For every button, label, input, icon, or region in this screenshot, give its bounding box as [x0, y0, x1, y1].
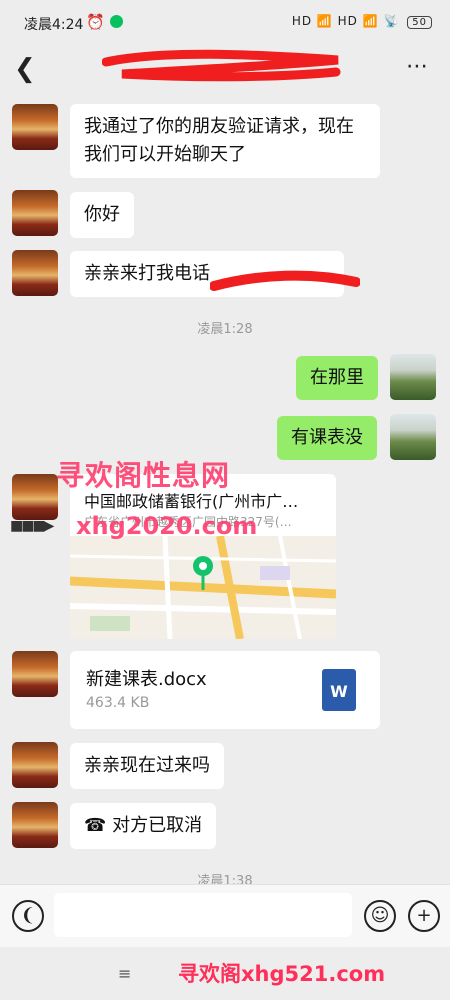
- my-message-bubble: 有课表没: [277, 416, 377, 460]
- word-document-icon: W: [322, 669, 356, 711]
- status-time: 凌晨4:24: [24, 17, 84, 33]
- message-bubble: 我通过了你的朋友验证请求，现在我们可以开始聊天了: [70, 104, 380, 178]
- battery-icon: 50: [407, 16, 432, 29]
- contact-avatar[interactable]: [12, 474, 58, 520]
- call-status-text: 对方已取消: [112, 815, 203, 836]
- location-map-preview: [70, 536, 336, 639]
- my-avatar[interactable]: [390, 414, 436, 460]
- back-icon[interactable]: ❮: [14, 54, 36, 84]
- message-bubble: 亲亲现在过来吗: [70, 743, 224, 789]
- message-text: 亲亲来打我电话: [84, 263, 210, 284]
- watermark-text: 寻欢阁性息网: [56, 459, 231, 492]
- file-size: 463.4 KB: [86, 695, 150, 711]
- phone-hangup-icon: ☎: [84, 815, 107, 836]
- redacted-contact-name: [102, 49, 341, 82]
- contact-avatar[interactable]: [12, 190, 58, 236]
- more-icon[interactable]: ⋯: [406, 54, 430, 79]
- status-indicators: HD 📶 HD 📶 📡 50: [292, 14, 432, 29]
- file-name: 新建课表.docx: [86, 669, 207, 690]
- menu-icon[interactable]: ≡: [118, 964, 131, 983]
- contact-avatar[interactable]: [12, 104, 58, 150]
- add-icon[interactable]: +: [408, 900, 440, 932]
- contact-avatar[interactable]: [12, 250, 58, 296]
- chat-input-bar: ❨ ☺ +: [0, 884, 450, 947]
- message-bubble: 你好: [70, 192, 134, 238]
- voice-icon[interactable]: ❨: [12, 900, 44, 932]
- emoji-icon[interactable]: ☺: [364, 900, 396, 932]
- contact-avatar[interactable]: [12, 742, 58, 788]
- message-input[interactable]: [54, 893, 352, 937]
- alarm-icon: ⏰: [86, 13, 105, 31]
- contact-avatar[interactable]: [12, 802, 58, 848]
- status-bar: 凌晨4:24 ⏰ HD 📶 HD 📶 📡 50: [0, 0, 450, 48]
- redacted-phone-number: [210, 270, 360, 291]
- wechat-notification-icon: [110, 15, 123, 28]
- watermark-url: xhg2020.com: [76, 512, 258, 540]
- location-card[interactable]: 中国邮政储蓄银行(广州市广… 广东省广州市越秀区广园中路327号(…: [70, 474, 336, 639]
- file-card[interactable]: 新建课表.docx 463.4 KB W: [70, 651, 380, 729]
- watermark-arrow-icon: ■■■▶: [10, 518, 54, 534]
- contact-avatar[interactable]: [12, 651, 58, 697]
- call-cancelled-bubble[interactable]: ☎ 对方已取消: [70, 803, 217, 849]
- my-avatar[interactable]: [390, 354, 436, 400]
- timestamp: 凌晨1:28: [197, 322, 253, 337]
- watermark-footer: 寻欢阁xhg521.com: [178, 962, 386, 986]
- signal-icons: HD 📶 HD 📶 📡: [291, 14, 400, 28]
- my-message-bubble: 在那里: [296, 356, 378, 400]
